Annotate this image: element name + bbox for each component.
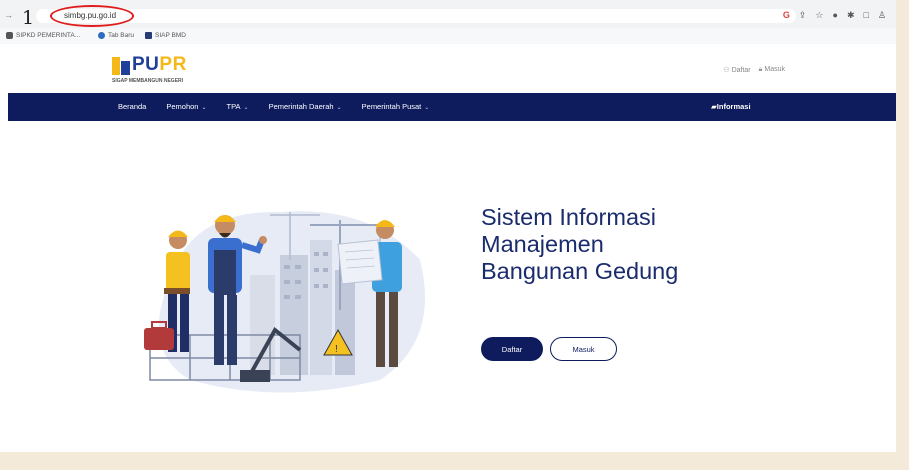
register-button[interactable]: Daftar (481, 337, 543, 361)
main-navbar: Beranda Pemohon ⌄ TPA ⌄ Pemerintah Daerah ⌄… (8, 93, 896, 121)
chevron-down-icon: ⌄ (201, 105, 207, 111)
url-highlight-circle (50, 5, 134, 27)
site-header: PUPR SIGAP MEMBANGUN NEGERI ⚇ Daftar 🔒︎ Ma… (0, 44, 896, 92)
lock-icon: 🔒︎ (758, 66, 763, 73)
profile-icon[interactable]: ♙ (878, 9, 886, 21)
star-icon[interactable]: ☆ (815, 9, 823, 21)
step-number-label: 1 (22, 7, 35, 29)
browser-icons: G ⇪ ☆ ● ✱ □ ♙ (783, 9, 886, 21)
nav-item-beranda[interactable]: Beranda (118, 102, 146, 111)
bookmark-label: Tab Baru (108, 32, 135, 39)
user-icon: ⚇ (723, 67, 730, 74)
nav-item-label: Pemohon (166, 102, 199, 111)
logo-text-pu: PU (132, 54, 160, 75)
chevron-down-icon: ⌄ (424, 105, 430, 111)
bookmark-siap-bmd[interactable]: SIAP BMD (145, 32, 186, 39)
nav-item-label: TPA (226, 102, 241, 111)
page-frame: → 1 simbg.pu.go.id G ⇪ ☆ ● ✱ □ ♙ SIPKD P… (0, 0, 896, 452)
forward-icon[interactable]: → (4, 10, 13, 20)
share-icon[interactable]: ⇪ (799, 9, 807, 21)
svg-text:!: ! (335, 344, 338, 355)
header-links: ⚇ Daftar 🔒︎ Masuk (723, 66, 785, 74)
nav-item-pemerintah-pusat[interactable]: Pemerintah Pusat ⌄ (362, 102, 430, 111)
hero-title-line: Manajemen (481, 231, 604, 257)
nav-item-pemohon[interactable]: Pemohon ⌄ (166, 102, 206, 111)
hero-title-line: Bangunan Gedung (481, 258, 679, 284)
address-bar[interactable] (36, 9, 796, 23)
browser-toolbar: → 1 simbg.pu.go.id G ⇪ ☆ ● ✱ □ ♙ (0, 0, 896, 28)
login-link-label: Masuk (764, 66, 785, 73)
chevron-down-icon: ⌄ (243, 105, 249, 111)
bookmarks-bar: SIPKD PEMERINTA... Tab Baru SIAP BMD (0, 28, 896, 44)
register-link[interactable]: ⚇ Daftar (723, 66, 750, 74)
nav-item-informasi[interactable]: ▰Informasi (711, 102, 751, 111)
login-link[interactable]: 🔒︎ Masuk (759, 66, 785, 74)
extension-icon[interactable]: ● (833, 9, 838, 21)
nav-item-pemerintah-daerah[interactable]: Pemerintah Daerah ⌄ (269, 102, 342, 111)
construction-workers-illustration: ! (144, 211, 425, 393)
login-button[interactable]: Masuk (550, 337, 617, 361)
register-link-label: Daftar (731, 67, 751, 74)
hero-title-line: Sistem Informasi (481, 204, 656, 230)
logo-tagline: SIGAP MEMBANGUN NEGERI (112, 78, 184, 84)
pupr-logo-mark (112, 57, 130, 75)
flag-icon (145, 32, 152, 39)
nav-item-label: Pemerintah Daerah (268, 102, 334, 111)
bookmark-tab-baru[interactable]: Tab Baru (98, 32, 134, 39)
nav-item-label: Beranda (118, 102, 147, 111)
logo-text-pr: PR (159, 54, 187, 75)
bookmark-sipkd[interactable]: SIPKD PEMERINTA... (6, 32, 80, 39)
globe-icon (98, 32, 105, 39)
logo-text: PUPR (132, 54, 187, 76)
site-icon (6, 32, 13, 39)
bookmark-label: SIPKD PEMERINTA... (16, 32, 81, 39)
nav-item-tpa[interactable]: TPA ⌄ (227, 102, 249, 111)
google-icon[interactable]: G (783, 9, 790, 21)
chevron-down-icon: ⌄ (336, 105, 342, 111)
pin-icon[interactable]: ✱ (847, 9, 855, 21)
window-icon[interactable]: □ (863, 9, 868, 21)
bookmark-label: SIAP BMD (155, 32, 186, 39)
nav-info-label: Informasi (716, 102, 751, 111)
hero-title: Sistem Informasi Manajemen Bangunan Gedu… (481, 204, 781, 285)
nav-item-label: Pemerintah Pusat (361, 102, 422, 111)
